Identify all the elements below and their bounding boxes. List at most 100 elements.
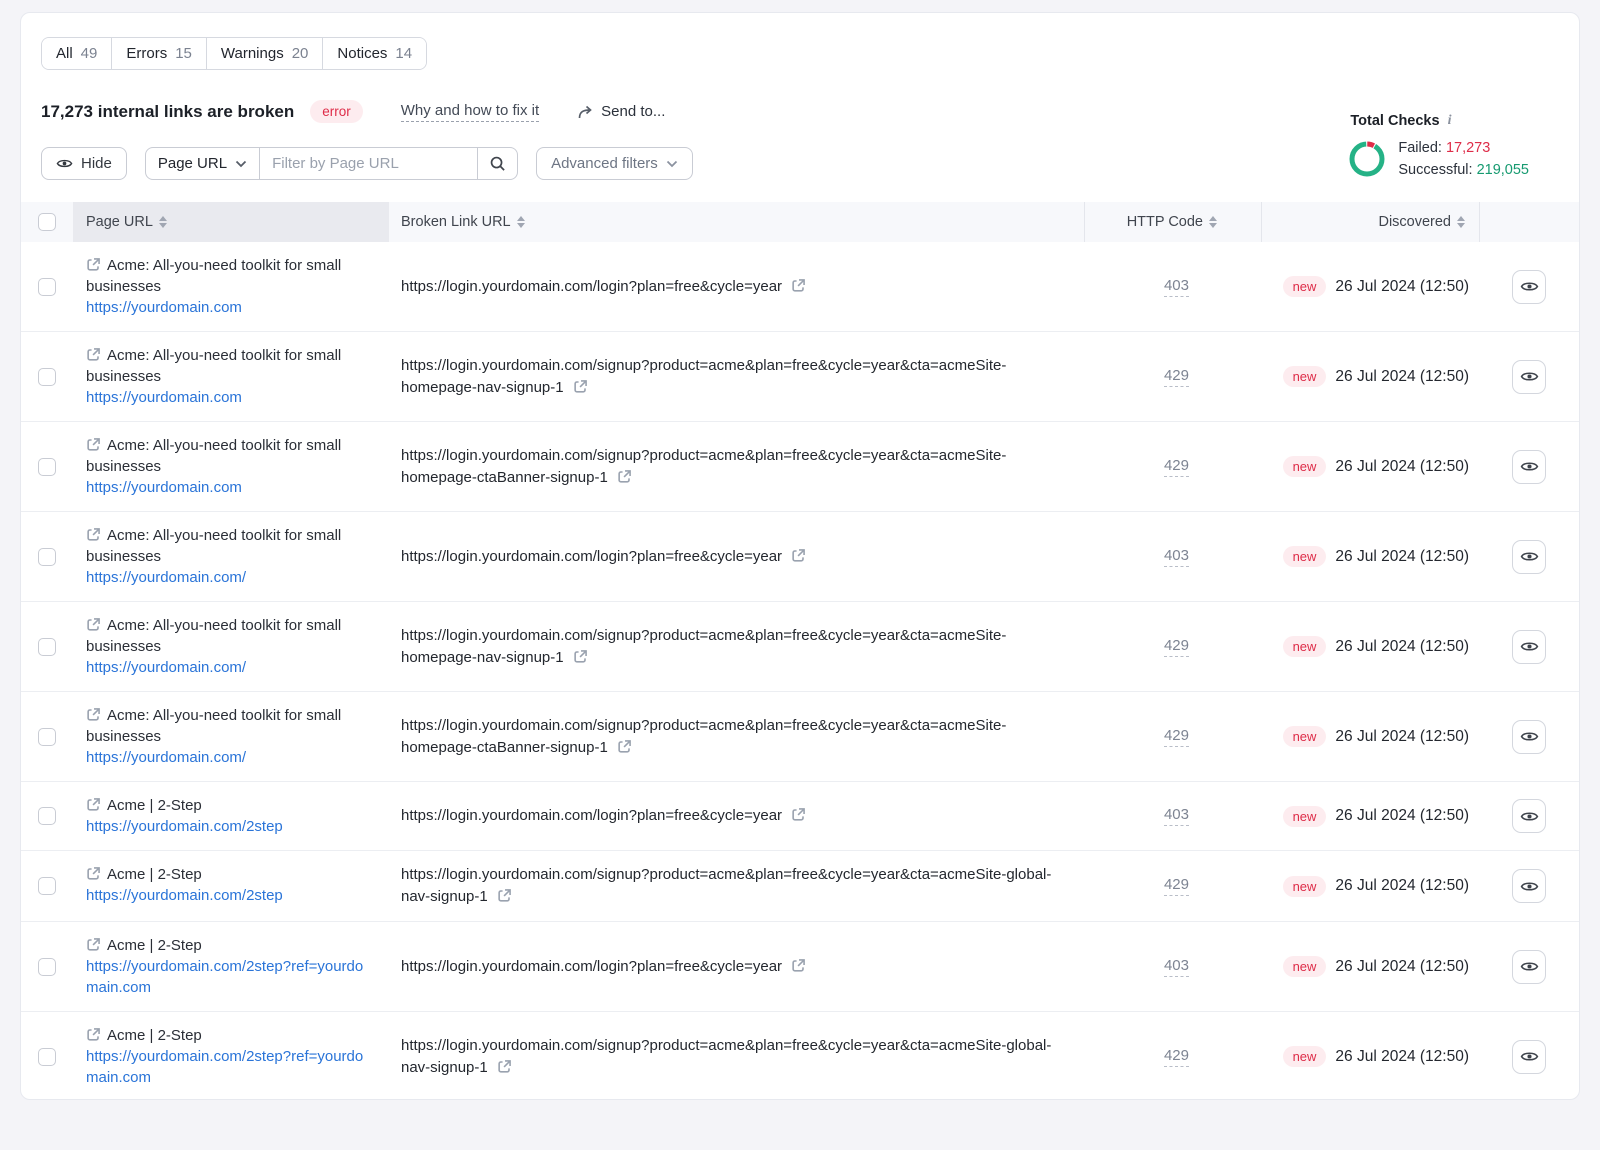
row-checkbox[interactable] [38,877,56,895]
column-header-discovered[interactable]: Discovered [1261,202,1479,242]
advanced-filters-button[interactable]: Advanced filters [536,147,693,180]
external-link-icon[interactable] [791,278,806,293]
http-code[interactable]: 429 [1164,876,1189,896]
discovered-date: 26 Jul 2024 (12:50) [1335,877,1469,895]
external-link-icon[interactable] [617,469,632,484]
external-link-icon[interactable] [86,707,101,722]
row-checkbox[interactable] [38,807,56,825]
page-url-link[interactable]: https://yourdomain.com [86,477,242,498]
hide-button-label: Hide [81,155,112,172]
page-url-link[interactable]: https://yourdomain.com [86,387,242,408]
actions-cell [1479,255,1579,318]
external-link-icon[interactable] [791,958,806,973]
info-icon[interactable]: i [1448,113,1452,129]
http-code[interactable]: 429 [1164,1047,1189,1067]
row-checkbox[interactable] [38,728,56,746]
issue-title: 17,273 internal links are broken [41,102,294,122]
column-header-http-code[interactable]: HTTP Code [1084,202,1261,242]
external-link-icon[interactable] [86,797,101,812]
external-link-icon[interactable] [86,866,101,881]
view-details-button[interactable] [1512,1040,1546,1074]
http-code[interactable]: 403 [1164,806,1189,826]
page-url-cell: Acme | 2-Step https://yourdomain.com/2st… [73,864,389,908]
page-url-cell: Acme: All-you-need toolkit for small bus… [73,615,389,678]
external-link-icon[interactable] [497,1059,512,1074]
broken-link-cell: https://login.yourdomain.com/login?plan=… [389,935,1084,998]
view-details-button[interactable] [1512,950,1546,984]
tab-warnings[interactable]: Warnings 20 [207,38,324,69]
page-url-link[interactable]: https://yourdomain.com/ [86,657,246,678]
eye-icon [1520,547,1539,566]
page-url-link[interactable]: https://yourdomain.com/ [86,567,246,588]
why-how-to-fix-link[interactable]: Why and how to fix it [401,102,539,122]
view-details-button[interactable] [1512,360,1546,394]
table-row: Acme | 2-Step https://yourdomain.com/2st… [21,850,1579,921]
column-header-broken-link-url[interactable]: Broken Link URL [389,202,1084,242]
row-checkbox[interactable] [38,548,56,566]
external-link-icon[interactable] [791,807,806,822]
page-title-block: Acme: All-you-need toolkit for small bus… [86,705,375,747]
http-code[interactable]: 403 [1164,547,1189,567]
http-code[interactable]: 429 [1164,457,1189,477]
external-link-icon[interactable] [86,1027,101,1042]
http-code[interactable]: 403 [1164,957,1189,977]
view-details-button[interactable] [1512,540,1546,574]
view-details-button[interactable] [1512,869,1546,903]
tab-all[interactable]: All 49 [42,38,112,69]
row-checkbox[interactable] [38,958,56,976]
page-url-link[interactable]: https://yourdomain.com [86,297,242,318]
page-url-link[interactable]: https://yourdomain.com/ [86,747,246,768]
row-checkbox[interactable] [38,638,56,656]
new-badge: new [1283,1046,1327,1067]
page-url-link[interactable]: https://yourdomain.com/2step [86,816,283,837]
http-code[interactable]: 429 [1164,727,1189,747]
page-url-link[interactable]: https://yourdomain.com/2step [86,885,283,906]
view-details-button[interactable] [1512,799,1546,833]
advanced-filters-label: Advanced filters [551,155,658,172]
send-to-label: Send to... [601,103,665,120]
row-checkbox[interactable] [38,458,56,476]
page-title: Acme: All-you-need toolkit for small bus… [86,437,341,475]
column-header-page-url[interactable]: Page URL [73,202,389,242]
external-link-icon[interactable] [573,649,588,664]
view-details-button[interactable] [1512,720,1546,754]
external-link-icon[interactable] [86,257,101,272]
http-code[interactable]: 429 [1164,367,1189,387]
view-details-button[interactable] [1512,630,1546,664]
tab-notices[interactable]: Notices 14 [323,38,426,69]
row-checkbox-cell [21,1025,73,1088]
http-code[interactable]: 403 [1164,277,1189,297]
filter-url-input[interactable] [260,147,478,180]
broken-url: https://login.yourdomain.com/login?plan=… [401,807,782,824]
filter-field-dropdown[interactable]: Page URL [145,147,260,180]
page-title: Acme: All-you-need toolkit for small bus… [86,257,341,295]
search-button[interactable] [478,147,518,180]
external-link-icon[interactable] [86,347,101,362]
row-checkbox[interactable] [38,1048,56,1066]
page-url-link[interactable]: https://yourdomain.com/2step?ref=yourdom… [86,956,375,998]
row-checkbox[interactable] [38,368,56,386]
actions-cell [1479,795,1579,837]
page-url-link[interactable]: https://yourdomain.com/2step?ref=yourdom… [86,1046,375,1088]
discovered-cell: new 26 Jul 2024 (12:50) [1261,525,1479,588]
send-to-button[interactable]: Send to... [577,103,665,120]
http-code[interactable]: 429 [1164,637,1189,657]
external-link-icon[interactable] [573,379,588,394]
external-link-icon[interactable] [497,888,512,903]
external-link-icon[interactable] [617,739,632,754]
page-title-block: Acme | 2-Step [86,935,375,956]
tab-all-label: All [56,45,73,62]
view-details-button[interactable] [1512,450,1546,484]
external-link-icon[interactable] [86,937,101,952]
external-link-icon[interactable] [86,617,101,632]
row-checkbox[interactable] [38,278,56,296]
tab-errors[interactable]: Errors 15 [112,38,207,69]
external-link-icon[interactable] [86,527,101,542]
external-link-icon[interactable] [791,548,806,563]
view-details-button[interactable] [1512,270,1546,304]
hide-button[interactable]: Hide [41,147,127,180]
select-all-checkbox[interactable] [38,213,56,231]
chevron-down-icon [235,160,247,168]
discovered-cell: new 26 Jul 2024 (12:50) [1261,864,1479,908]
external-link-icon[interactable] [86,437,101,452]
